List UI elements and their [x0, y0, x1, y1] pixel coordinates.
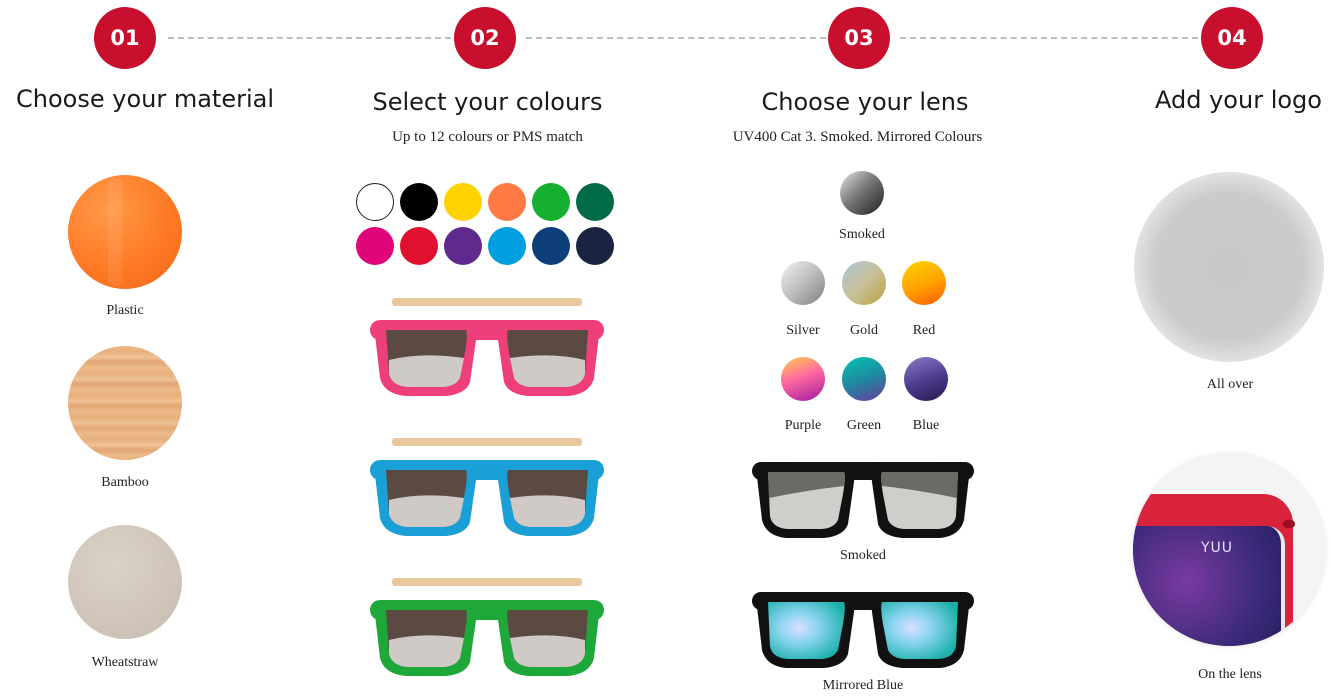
- lens-label-purple: Purple: [784, 418, 822, 433]
- material-label-plastic: Plastic: [106, 303, 144, 318]
- all-over-logo-icon[interactable]: [1134, 172, 1324, 362]
- lens-label-red: Red: [912, 323, 936, 338]
- step-3-number: 03: [828, 7, 890, 69]
- step-2-number: 02: [454, 7, 516, 69]
- logo-option-label-on-the-lens: On the lens: [1198, 667, 1262, 682]
- lens-smoked-icon[interactable]: [840, 171, 884, 215]
- step-1-number: 01: [94, 7, 156, 69]
- lens-example-smoked-label: Smoked: [840, 548, 886, 563]
- colour-swatch-1[interactable]: [356, 183, 394, 221]
- colour-swatch-9[interactable]: [444, 227, 482, 265]
- colour-swatch-7[interactable]: [356, 227, 394, 265]
- green-sunglasses-icon: [370, 578, 604, 676]
- colour-swatch-12[interactable]: [576, 227, 614, 265]
- lens-label-gold: Gold: [850, 323, 878, 338]
- material-label-bamboo: Bamboo: [101, 475, 149, 490]
- lens-closeup-rivet: [1283, 520, 1295, 528]
- lens-label-smoked: Smoked: [839, 227, 885, 242]
- lens-gold-icon[interactable]: [842, 261, 886, 305]
- lens-purple-icon[interactable]: [781, 357, 825, 401]
- lens-label-blue: Blue: [912, 418, 940, 433]
- colour-swatch-10[interactable]: [488, 227, 526, 265]
- colour-swatch-5[interactable]: [532, 183, 570, 221]
- lens-label-green: Green: [846, 418, 882, 433]
- blue-sunglasses-icon: [370, 438, 604, 536]
- colour-swatch-8[interactable]: [400, 227, 438, 265]
- material-label-wheatstraw: Wheatstraw: [91, 655, 159, 670]
- colour-swatch-4[interactable]: [488, 183, 526, 221]
- step-4-title: Add your logo: [1155, 86, 1322, 114]
- wheatstraw-swatch-icon[interactable]: [68, 525, 182, 639]
- colour-swatch-2[interactable]: [400, 183, 438, 221]
- colour-swatch-3[interactable]: [444, 183, 482, 221]
- pink-sunglasses-icon: [370, 298, 604, 396]
- step-2-title: Select your colours: [372, 88, 603, 116]
- step-2-subtitle: Up to 12 colours or PMS match: [392, 129, 583, 145]
- lens-blue-icon[interactable]: [904, 357, 948, 401]
- step-3-title: Choose your lens: [761, 88, 969, 116]
- plastic-highlight: [108, 178, 122, 286]
- step-1-title: Choose your material: [16, 85, 274, 113]
- lens-closeup-logo: YUU: [1201, 540, 1234, 556]
- lens-green-icon[interactable]: [842, 357, 886, 401]
- on-the-lens-logo-icon[interactable]: YUU: [1133, 454, 1325, 646]
- bamboo-swatch-icon[interactable]: [68, 346, 182, 460]
- colour-swatch-11[interactable]: [532, 227, 570, 265]
- colour-swatch-6[interactable]: [576, 183, 614, 221]
- step-connector-2: [526, 37, 826, 39]
- step-3-subtitle: UV400 Cat 3. Smoked. Mirrored Colours: [732, 129, 983, 145]
- lens-example-mirrored-blue-label: Mirrored Blue: [822, 678, 904, 693]
- lens-label-silver: Silver: [786, 323, 820, 338]
- step-connector-3: [900, 37, 1198, 39]
- logo-option-label-all-over: All over: [1206, 377, 1254, 392]
- smoked-lens-sunglasses-icon: [752, 462, 974, 538]
- mirrored-blue-sunglasses-icon: [752, 592, 974, 668]
- step-connector-1: [168, 37, 451, 39]
- step-4-number: 04: [1201, 7, 1263, 69]
- lens-silver-icon[interactable]: [781, 261, 825, 305]
- lens-red-icon[interactable]: [902, 261, 946, 305]
- plastic-swatch-icon[interactable]: [68, 175, 182, 289]
